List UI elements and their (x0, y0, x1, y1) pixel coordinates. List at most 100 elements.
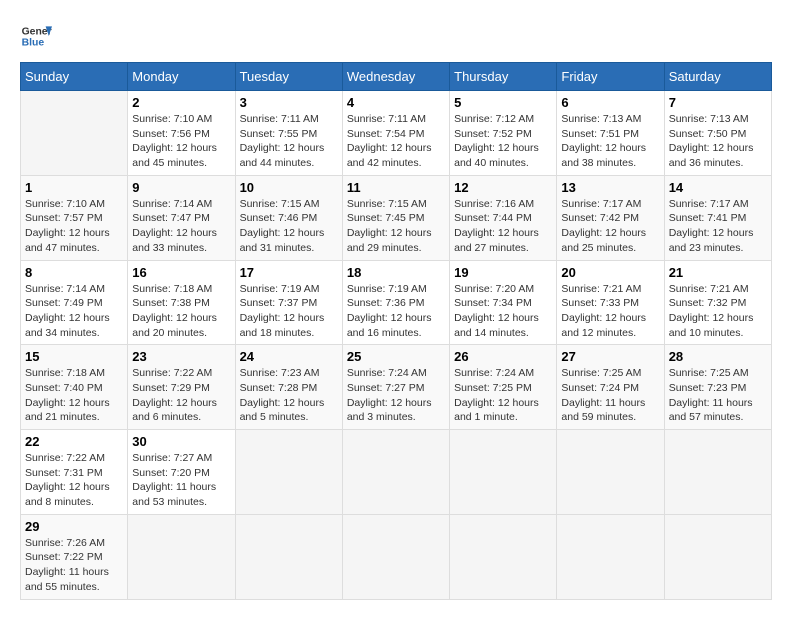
day-number: 26 (454, 349, 552, 364)
day-number: 25 (347, 349, 445, 364)
day-number: 9 (132, 180, 230, 195)
calendar-day-cell: 17Sunrise: 7:19 AMSunset: 7:37 PMDayligh… (235, 260, 342, 345)
day-info: Sunrise: 7:26 AMSunset: 7:22 PMDaylight:… (25, 536, 123, 595)
calendar-day-cell: 29Sunrise: 7:26 AMSunset: 7:22 PMDayligh… (21, 514, 128, 599)
calendar-day-cell (664, 514, 771, 599)
calendar-day-cell: 19 Sunrise: 7:20 AMSunset: 7:34 PMDayligh… (450, 260, 557, 345)
day-info: Sunrise: 7:21 AMSunset: 7:32 PMDaylight:… (669, 282, 767, 341)
day-info: Sunrise: 7:22 AMSunset: 7:29 PMDaylight:… (132, 366, 230, 425)
day-number: 30 (132, 434, 230, 449)
calendar-day-cell (21, 91, 128, 176)
calendar-day-cell (342, 514, 449, 599)
day-info: Sunrise: 7:25 AMSunset: 7:24 PMDaylight:… (561, 366, 659, 425)
calendar-day-cell (450, 430, 557, 515)
calendar-day-cell: 8 Sunrise: 7:14 AMSunset: 7:49 PMDaylight… (21, 260, 128, 345)
day-info: Sunrise: 7:24 AMSunset: 7:27 PMDaylight:… (347, 366, 445, 425)
calendar-day-cell: 6Sunrise: 7:13 AMSunset: 7:51 PMDaylight… (557, 91, 664, 176)
calendar-day-cell (557, 514, 664, 599)
page-header: General Blue (20, 20, 772, 52)
day-number: 1 (25, 180, 123, 195)
calendar-day-cell: 24Sunrise: 7:23 AMSunset: 7:28 PMDayligh… (235, 345, 342, 430)
day-number: 21 (669, 265, 767, 280)
calendar-week-row: 15 Sunrise: 7:18 AMSunset: 7:40 PMDayligh… (21, 345, 772, 430)
calendar-day-cell: 28 Sunrise: 7:25 AMSunset: 7:23 PMDayligh… (664, 345, 771, 430)
day-info: Sunrise: 7:11 AMSunset: 7:55 PMDaylight:… (240, 112, 338, 171)
svg-text:Blue: Blue (22, 38, 45, 49)
day-number: 20 (561, 265, 659, 280)
day-number: 8 (25, 265, 123, 280)
weekday-header: Thursday (450, 63, 557, 91)
day-number: 18 (347, 265, 445, 280)
day-info: Sunrise: 7:15 AMSunset: 7:45 PMDaylight:… (347, 197, 445, 256)
calendar-day-cell: 25 Sunrise: 7:24 AMSunset: 7:27 PMDayligh… (342, 345, 449, 430)
calendar-day-cell: 16 Sunrise: 7:18 AMSunset: 7:38 PMDayligh… (128, 260, 235, 345)
calendar-day-cell: 4Sunrise: 7:11 AMSunset: 7:54 PMDaylight… (342, 91, 449, 176)
day-info: Sunrise: 7:25 AMSunset: 7:23 PMDaylight:… (669, 366, 767, 425)
day-info: Sunrise: 7:10 AMSunset: 7:56 PMDaylight:… (132, 112, 230, 171)
calendar-week-row: 2 Sunrise: 7:10 AMSunset: 7:56 PMDaylight… (21, 91, 772, 176)
day-info: Sunrise: 7:23 AMSunset: 7:28 PMDaylight:… (240, 366, 338, 425)
day-info: Sunrise: 7:11 AMSunset: 7:54 PMDaylight:… (347, 112, 445, 171)
calendar-day-cell (235, 514, 342, 599)
day-number: 5 (454, 95, 552, 110)
day-info: Sunrise: 7:24 AMSunset: 7:25 PMDaylight:… (454, 366, 552, 425)
calendar-day-cell: 21 Sunrise: 7:21 AMSunset: 7:32 PMDayligh… (664, 260, 771, 345)
calendar-day-cell: 11 Sunrise: 7:15 AMSunset: 7:45 PMDayligh… (342, 175, 449, 260)
weekday-header: Tuesday (235, 63, 342, 91)
day-number: 28 (669, 349, 767, 364)
calendar-day-cell: 26 Sunrise: 7:24 AMSunset: 7:25 PMDayligh… (450, 345, 557, 430)
day-info: Sunrise: 7:21 AMSunset: 7:33 PMDaylight:… (561, 282, 659, 341)
calendar-day-cell (128, 514, 235, 599)
calendar-day-cell: 22Sunrise: 7:22 AMSunset: 7:31 PMDayligh… (21, 430, 128, 515)
day-number: 11 (347, 180, 445, 195)
day-info: Sunrise: 7:14 AMSunset: 7:49 PMDaylight:… (25, 282, 123, 341)
day-number: 2 (132, 95, 230, 110)
calendar-day-cell: 1 Sunrise: 7:10 AMSunset: 7:57 PMDaylight… (21, 175, 128, 260)
day-info: Sunrise: 7:13 AMSunset: 7:50 PMDaylight:… (669, 112, 767, 171)
calendar-day-cell (450, 514, 557, 599)
day-info: Sunrise: 7:27 AMSunset: 7:20 PMDaylight:… (132, 451, 230, 510)
calendar-day-cell: 30 Sunrise: 7:27 AMSunset: 7:20 PMDayligh… (128, 430, 235, 515)
calendar-week-row: 29Sunrise: 7:26 AMSunset: 7:22 PMDayligh… (21, 514, 772, 599)
calendar-day-cell (557, 430, 664, 515)
day-info: Sunrise: 7:17 AMSunset: 7:41 PMDaylight:… (669, 197, 767, 256)
day-info: Sunrise: 7:18 AMSunset: 7:38 PMDaylight:… (132, 282, 230, 341)
weekday-header: Monday (128, 63, 235, 91)
day-number: 19 (454, 265, 552, 280)
day-number: 16 (132, 265, 230, 280)
day-number: 27 (561, 349, 659, 364)
day-info: Sunrise: 7:20 AMSunset: 7:34 PMDaylight:… (454, 282, 552, 341)
day-info: Sunrise: 7:18 AMSunset: 7:40 PMDaylight:… (25, 366, 123, 425)
day-number: 13 (561, 180, 659, 195)
day-number: 15 (25, 349, 123, 364)
calendar-day-cell: 20 Sunrise: 7:21 AMSunset: 7:33 PMDayligh… (557, 260, 664, 345)
calendar-week-row: 22Sunrise: 7:22 AMSunset: 7:31 PMDayligh… (21, 430, 772, 515)
weekday-header: Wednesday (342, 63, 449, 91)
day-number: 3 (240, 95, 338, 110)
calendar-day-cell (664, 430, 771, 515)
calendar-day-cell: 7 Sunrise: 7:13 AMSunset: 7:50 PMDaylight… (664, 91, 771, 176)
day-info: Sunrise: 7:14 AMSunset: 7:47 PMDaylight:… (132, 197, 230, 256)
day-info: Sunrise: 7:19 AMSunset: 7:37 PMDaylight:… (240, 282, 338, 341)
day-info: Sunrise: 7:17 AMSunset: 7:42 PMDaylight:… (561, 197, 659, 256)
calendar-day-cell (235, 430, 342, 515)
calendar-day-cell: 15 Sunrise: 7:18 AMSunset: 7:40 PMDayligh… (21, 345, 128, 430)
logo: General Blue (20, 20, 52, 52)
calendar-day-cell: 27 Sunrise: 7:25 AMSunset: 7:24 PMDayligh… (557, 345, 664, 430)
day-info: Sunrise: 7:22 AMSunset: 7:31 PMDaylight:… (25, 451, 123, 510)
weekday-header-row: SundayMondayTuesdayWednesdayThursdayFrid… (21, 63, 772, 91)
day-info: Sunrise: 7:12 AMSunset: 7:52 PMDaylight:… (454, 112, 552, 171)
calendar-day-cell: 10Sunrise: 7:15 AMSunset: 7:46 PMDayligh… (235, 175, 342, 260)
calendar-day-cell: 23Sunrise: 7:22 AMSunset: 7:29 PMDayligh… (128, 345, 235, 430)
calendar-day-cell (342, 430, 449, 515)
calendar-day-cell: 2 Sunrise: 7:10 AMSunset: 7:56 PMDaylight… (128, 91, 235, 176)
day-number: 10 (240, 180, 338, 195)
day-info: Sunrise: 7:16 AMSunset: 7:44 PMDaylight:… (454, 197, 552, 256)
logo-icon: General Blue (20, 20, 52, 52)
weekday-header: Sunday (21, 63, 128, 91)
day-info: Sunrise: 7:10 AMSunset: 7:57 PMDaylight:… (25, 197, 123, 256)
calendar-day-cell: 12Sunrise: 7:16 AMSunset: 7:44 PMDayligh… (450, 175, 557, 260)
day-number: 14 (669, 180, 767, 195)
calendar-day-cell: 3 Sunrise: 7:11 AMSunset: 7:55 PMDaylight… (235, 91, 342, 176)
day-number: 7 (669, 95, 767, 110)
